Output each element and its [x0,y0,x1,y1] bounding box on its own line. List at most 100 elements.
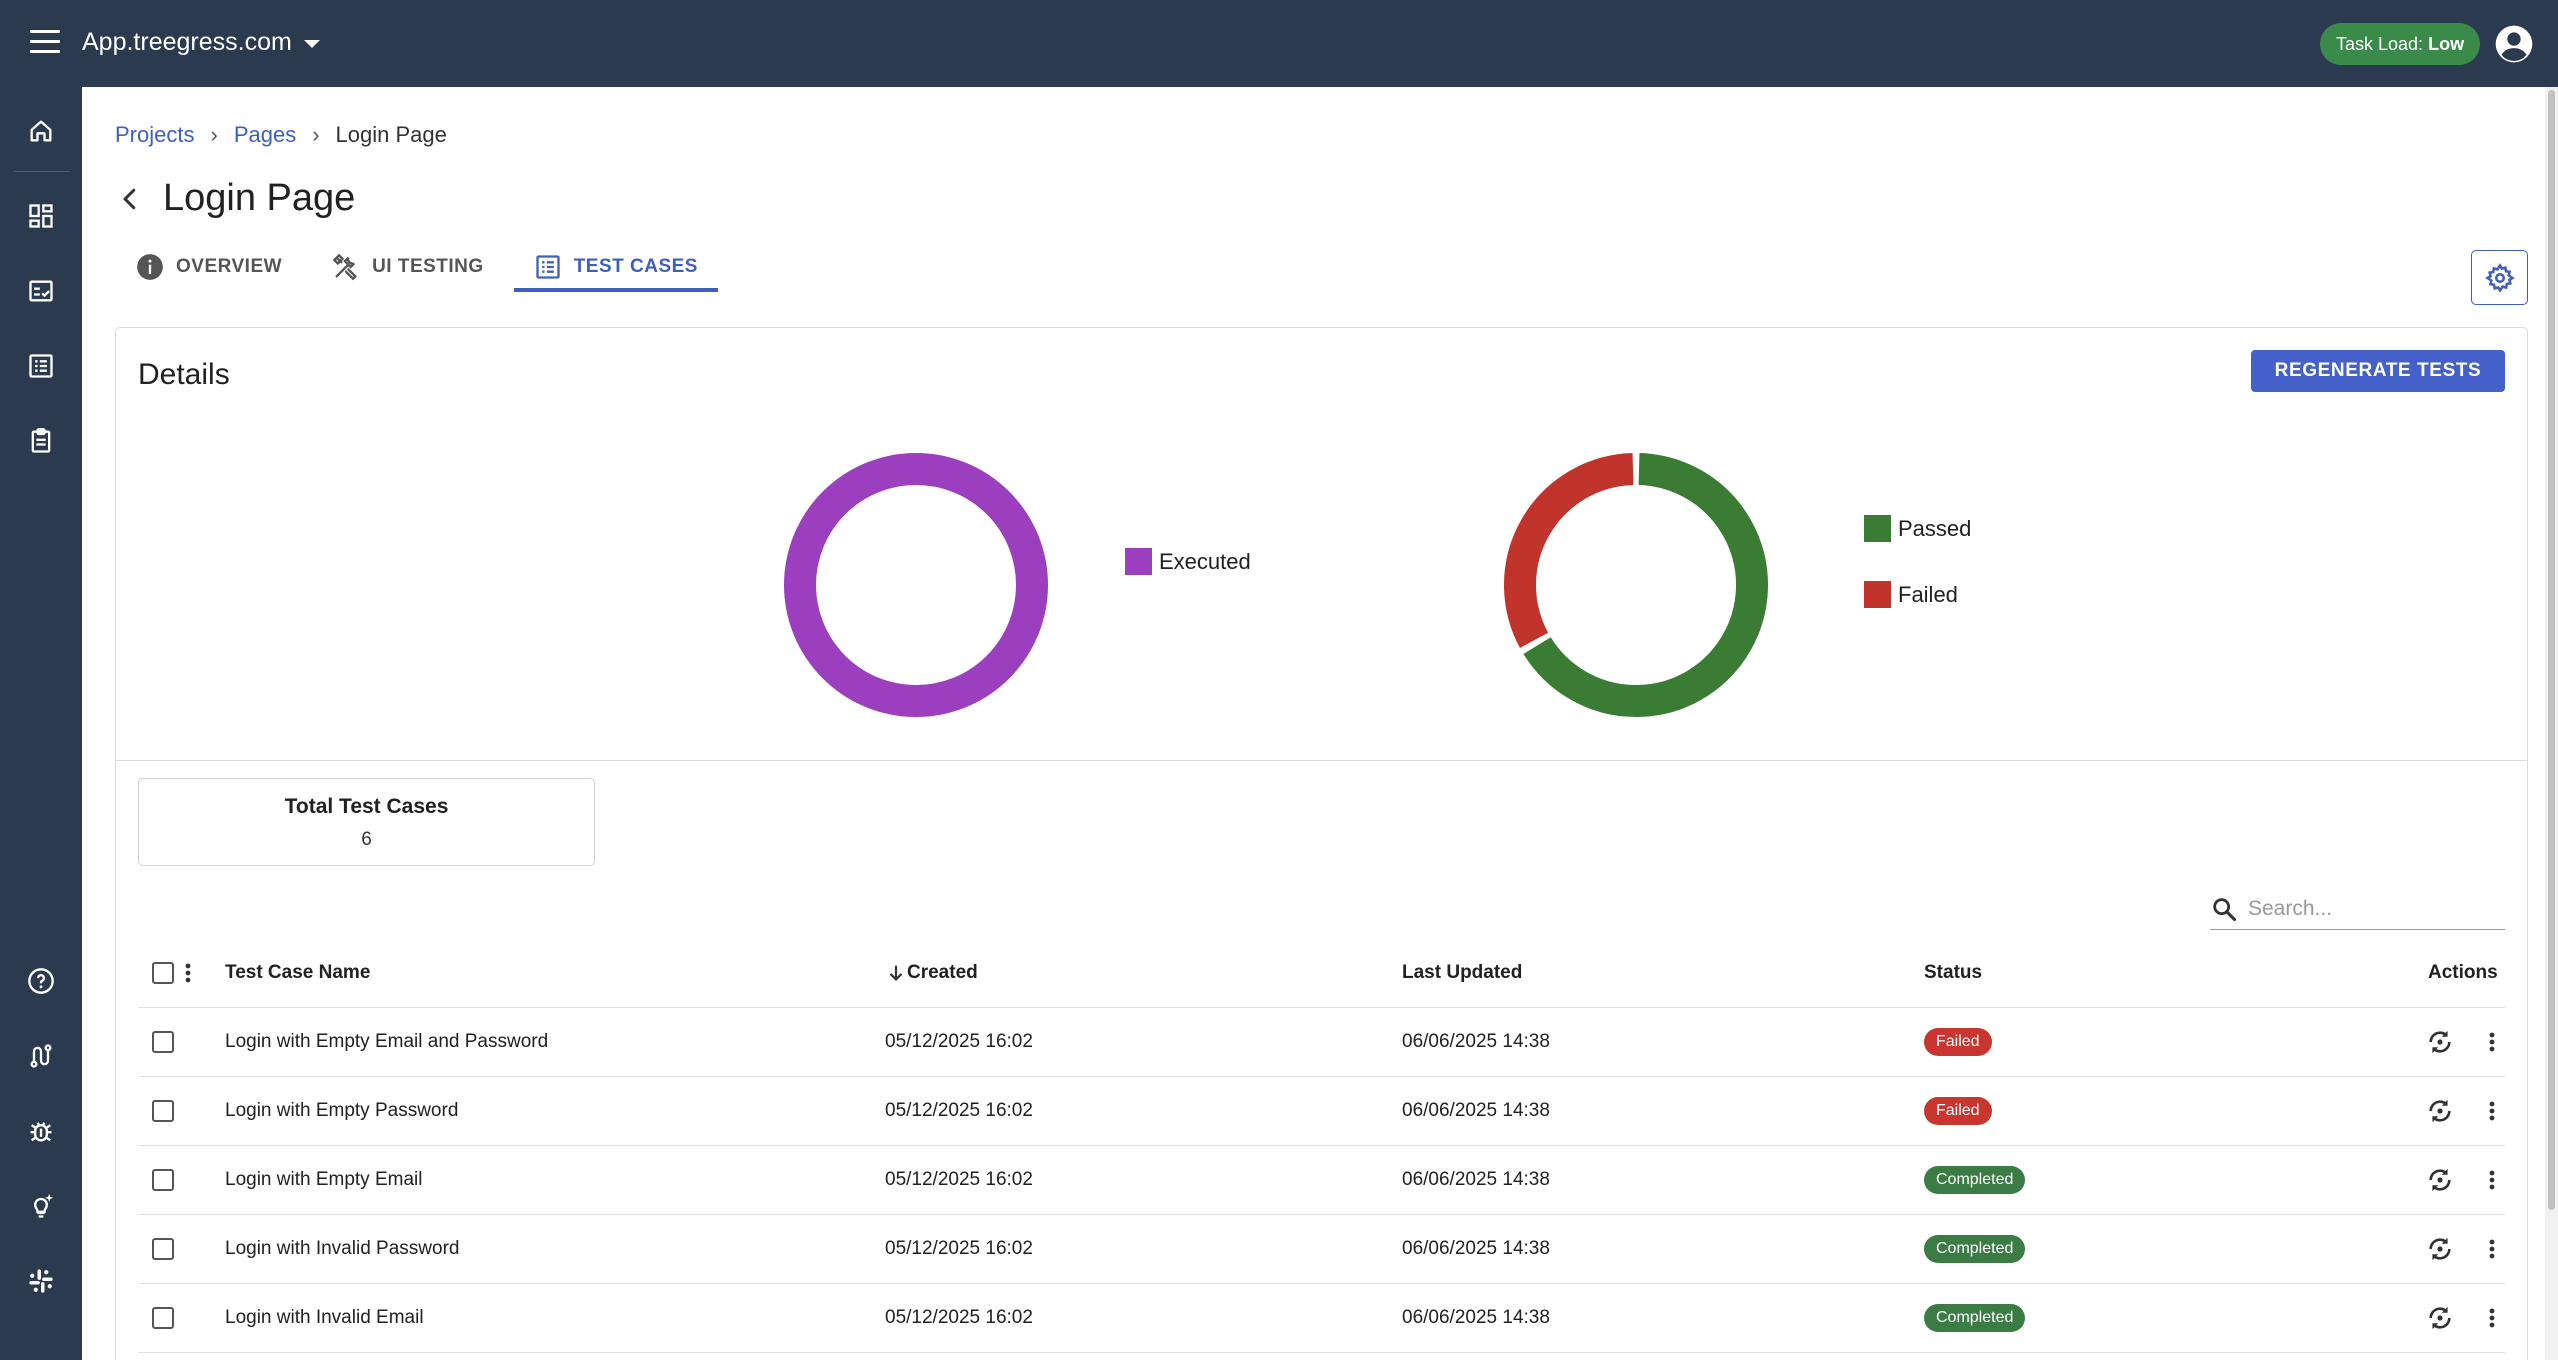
more-options-icon[interactable] [2475,1094,2509,1128]
rerun-icon[interactable] [2423,1232,2457,1266]
updated-date: 06/06/2025 14:38 [1402,1031,1550,1052]
top-bar: App.treegress.com Task Load: Low [0,0,2558,87]
regenerate-tests-button[interactable]: REGENERATE TESTS [2251,350,2505,392]
caret-down-icon[interactable] [304,40,320,48]
route-icon[interactable] [24,1039,58,1073]
slack-icon[interactable] [24,1264,58,1298]
menu-icon[interactable] [30,30,60,57]
list-icon[interactable] [24,349,58,383]
status-cell: Failed [1924,1077,1992,1145]
breadcrumb-projects[interactable]: Projects [115,122,194,148]
row-checkbox-cell [152,1146,174,1214]
checklist-icon[interactable] [24,274,58,308]
row-checkbox[interactable] [152,1238,174,1260]
updated-date: 06/06/2025 14:38 [1402,1100,1550,1121]
list-icon [534,253,562,281]
search-input[interactable] [2248,896,2488,921]
select-all-checkbox[interactable] [152,961,174,984]
table-row[interactable]: Login with Invalid Email 05/12/2025 16:02… [138,1284,2505,1353]
sidebar [0,87,82,1360]
more-options-icon[interactable] [2475,1232,2509,1266]
status-badge: Completed [1924,1235,2026,1263]
test-case-name[interactable]: Login with Invalid Password [225,1215,459,1283]
more-options-icon[interactable] [2475,1025,2509,1059]
legend-swatch [1864,515,1891,542]
dashboard-icon[interactable] [24,199,58,233]
settings-button[interactable] [2471,250,2528,305]
table-row[interactable]: Login with Empty Email 05/12/2025 16:02 06… [138,1146,2505,1215]
pass-fail-donut-chart [1504,453,1768,717]
table-row[interactable]: Login with Empty Password 05/12/2025 16:0… [138,1077,2505,1146]
page-title-row: Login Page [115,177,355,220]
actions-cell [2423,1215,2509,1283]
tab-test-cases[interactable]: TEST CASES [513,242,719,292]
header-actions: Actions [2428,961,2498,983]
row-checkbox[interactable] [152,1307,174,1329]
tab-ui-testing[interactable]: UI TESTING [332,242,504,292]
arrow-down-icon [889,965,903,981]
details-title: Details [138,358,230,391]
info-icon [136,253,164,281]
rerun-icon[interactable] [2423,1094,2457,1128]
rerun-icon[interactable] [2423,1301,2457,1335]
header-name[interactable]: Test Case Name [225,938,370,1007]
test-case-name[interactable]: Login with Empty Password [225,1077,458,1145]
header-created[interactable]: Created [885,938,978,1007]
home-icon[interactable] [24,114,58,148]
legend-executed: Executed [1125,548,1251,575]
updated-date: 06/06/2025 14:38 [1402,1307,1550,1328]
clipboard-icon[interactable] [24,424,58,458]
created-date: 05/12/2025 16:02 [885,1100,1033,1121]
row-checkbox[interactable] [152,1169,174,1191]
task-load-badge: Task Load: Low [2320,23,2481,65]
test-case-name[interactable]: Login with Empty Email and Password [225,1008,548,1076]
created-date: 05/12/2025 16:02 [885,1031,1033,1052]
sidebar-divider [14,171,70,172]
legend-swatch [1864,581,1891,608]
status-cell: Failed [1924,1008,1992,1076]
row-checkbox[interactable] [152,1100,174,1122]
account-icon[interactable] [2494,24,2534,64]
created-date: 05/12/2025 16:02 [885,1169,1033,1190]
test-cases-table: Test Case Name Created Last Updated Stat… [138,938,2505,1353]
table-row[interactable]: Login with Empty Email and Password 05/12… [138,1008,2505,1077]
actions-cell [2423,1284,2509,1352]
created-date: 05/12/2025 16:02 [885,1307,1033,1328]
charts-area: Executed Passed Failed [116,408,2527,761]
total-test-cases-card: Total Test Cases 6 [138,778,595,866]
status-cell: Completed [1924,1284,2026,1352]
status-badge: Completed [1924,1166,2026,1194]
bug-icon[interactable] [24,1114,58,1148]
rerun-icon[interactable] [2423,1025,2457,1059]
more-options-icon[interactable] [2475,1301,2509,1335]
tab-overview[interactable]: OVERVIEW [136,242,302,292]
more-options-icon[interactable] [2475,1163,2509,1197]
breadcrumb-pages[interactable]: Pages [234,122,296,148]
legend-label: Executed [1159,548,1251,574]
scrollbar-thumb[interactable] [2548,90,2555,1210]
row-checkbox-cell [152,1008,174,1076]
header-updated[interactable]: Last Updated [1402,938,1522,1007]
app-title[interactable]: App.treegress.com [82,28,292,57]
row-checkbox[interactable] [152,1031,174,1053]
breadcrumb-separator: › [210,122,218,147]
header-status[interactable]: Status [1924,938,1982,1007]
column-menu-icon[interactable] [184,938,192,1007]
page-title: Login Page [163,177,356,219]
help-icon[interactable] [24,964,58,998]
status-badge: Failed [1924,1028,1992,1056]
row-checkbox-cell [152,1215,174,1283]
status-badge: Failed [1924,1097,1992,1125]
table-header: Test Case Name Created Last Updated Stat… [138,938,2505,1008]
search-box [2210,888,2505,930]
rerun-icon[interactable] [2423,1163,2457,1197]
table-row[interactable]: Login with Invalid Password 05/12/2025 16… [138,1215,2505,1284]
test-case-name[interactable]: Login with Invalid Email [225,1284,424,1352]
donut-slice-failed [1504,453,1634,648]
back-arrow-icon[interactable] [115,184,145,214]
test-case-name[interactable]: Login with Empty Email [225,1146,422,1214]
lightbulb-icon[interactable] [24,1189,58,1223]
tab-label: TEST CASES [573,256,698,277]
breadcrumb-current: Login Page [335,122,447,147]
legend-label: Failed [1898,581,1958,607]
